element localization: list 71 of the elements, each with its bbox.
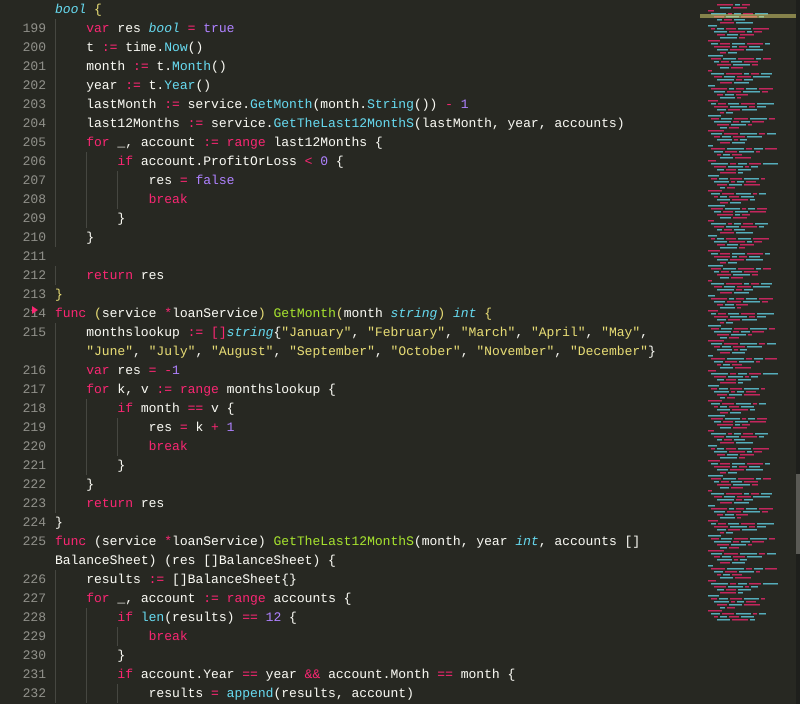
code-line: for _, account := range last12Months { [86, 134, 383, 152]
code-line: res = false [148, 172, 234, 190]
code-line: BalanceSheet) (res []BalanceSheet) { [55, 552, 336, 570]
line-number: 216 [22, 362, 46, 380]
line-number: 209 [22, 210, 46, 228]
line-number: 210 [22, 229, 46, 247]
code-line: "June", "July", "August", "September", "October", "November", "December"} [86, 343, 656, 361]
code-line: } [117, 457, 126, 475]
code-line: if month == v { [117, 400, 234, 418]
code-line: year := t.Year() [86, 77, 212, 95]
code-line: } [55, 286, 63, 304]
line-number: 222 [22, 476, 46, 494]
code-line: func (service *loanService) GetTheLast12MonthS(month, year int, accounts [] [55, 533, 640, 551]
code-line: lastMonth := service.GetMonth(month.String()) - 1 [86, 96, 469, 114]
line-number: 227 [22, 590, 46, 608]
code-line: } [86, 476, 94, 494]
code-line: return res [86, 495, 164, 513]
line-number: 218 [22, 400, 46, 418]
line-number: 223 [22, 495, 46, 513]
code-line: if account.Year == year && account.Month == month { [117, 666, 516, 684]
line-number: 226 [22, 571, 46, 589]
line-number: 219 [22, 419, 46, 437]
line-number: 230 [22, 647, 46, 665]
line-number: 203 [22, 96, 46, 114]
code-line: var res = -1 [86, 362, 180, 380]
line-number: 220 [22, 438, 46, 456]
line-number: 207 [22, 172, 46, 190]
line-number: 202 [22, 77, 46, 95]
line-number: 201 [22, 58, 46, 76]
line-number: 200 [22, 39, 46, 57]
code-line: break [148, 191, 188, 209]
bookmark-marker-icon[interactable] [32, 306, 38, 314]
code-line: month := t.Month() [86, 58, 227, 76]
line-number: 211 [22, 248, 46, 266]
line-number: 224 [22, 514, 46, 532]
line-number: 232 [22, 685, 46, 703]
scrollbar-thumb[interactable] [796, 474, 800, 554]
line-number: 206 [22, 153, 46, 171]
code-line: if len(results) == 12 { [117, 609, 297, 627]
line-number: 208 [22, 191, 46, 209]
code-line: if account.ProfitOrLoss < 0 { [117, 153, 344, 171]
line-number: 229 [22, 628, 46, 646]
code-line: last12Months := service.GetTheLast12MonthS(lastMonth, year, accounts) [86, 115, 625, 133]
code-line: break [148, 628, 188, 646]
line-number: 213 [22, 286, 46, 304]
line-number: 199 [22, 20, 46, 38]
code-line: func (service *loanService) GetMonth(month string) int { [55, 305, 492, 323]
line-number: 204 [22, 115, 46, 133]
line-number: 217 [22, 381, 46, 399]
code-line: results = append(results, account) [148, 685, 414, 703]
code-line: bool { [55, 1, 102, 19]
code-line: res = k + 1 [148, 419, 234, 437]
line-number: 215 [22, 324, 46, 342]
code-line: monthslookup := []string{"January", "February", "March", "April", "May", [86, 324, 648, 342]
code-line: } [117, 647, 126, 665]
code-line: } [117, 210, 126, 228]
line-number: 221 [22, 457, 46, 475]
code-line: t := time.Now() [86, 39, 204, 57]
code-line: var res bool = true [86, 20, 234, 38]
code-line: } [55, 514, 63, 532]
code-line: return res [86, 267, 164, 285]
code-line: results := []BalanceSheet{} [86, 571, 297, 589]
code-line: break [148, 438, 188, 456]
code-line: for k, v := range monthslookup { [86, 381, 336, 399]
code-line: } [86, 229, 94, 247]
line-number: 231 [22, 666, 46, 684]
line-number: 225 [22, 533, 46, 551]
line-number: 228 [22, 609, 46, 627]
line-number: 205 [22, 134, 46, 152]
code-line: for _, account := range accounts { [86, 590, 352, 608]
line-number: 212 [22, 267, 46, 285]
